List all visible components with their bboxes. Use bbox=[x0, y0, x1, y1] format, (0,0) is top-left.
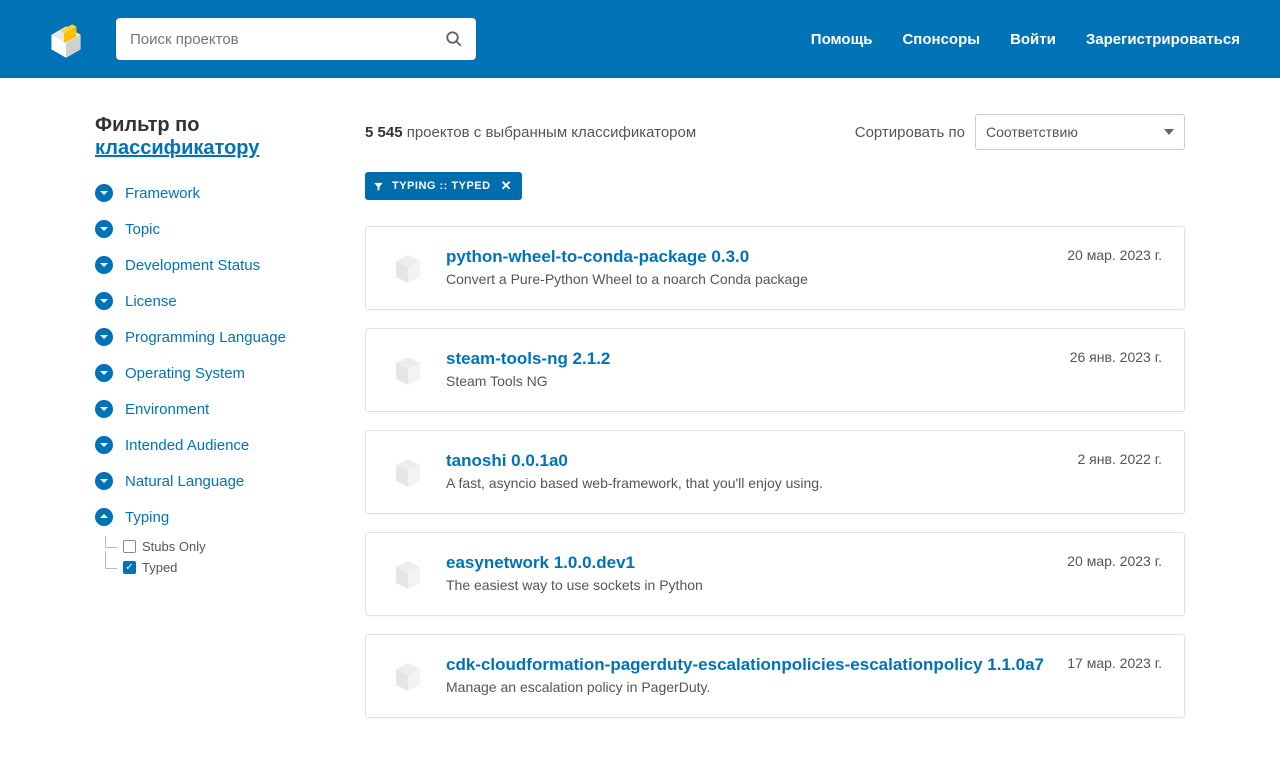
results-count-number: 5 545 bbox=[365, 124, 403, 141]
result-description: Steam Tools NG bbox=[446, 373, 1052, 389]
result-title: tanoshi 0.0.1a0 bbox=[446, 451, 1059, 471]
result-title: cdk-cloudformation-pagerduty-escalationp… bbox=[446, 655, 1049, 675]
sort-select[interactable]: Соответствию bbox=[975, 114, 1185, 150]
search-button[interactable] bbox=[432, 18, 476, 60]
nav-help[interactable]: Помощь bbox=[811, 31, 873, 48]
package-icon bbox=[388, 555, 428, 595]
facet-framework[interactable]: Framework bbox=[95, 184, 335, 202]
classifier-link[interactable]: классификатору bbox=[95, 137, 259, 159]
facet-label: Natural Language bbox=[125, 473, 244, 490]
facet-label: Framework bbox=[125, 185, 200, 202]
facet-label: Topic bbox=[125, 221, 160, 238]
nav-login[interactable]: Войти bbox=[1010, 31, 1056, 48]
chip-remove[interactable]: ✕ bbox=[499, 178, 514, 194]
result-title: python-wheel-to-conda-package 0.3.0 bbox=[446, 247, 1049, 267]
facet-label: Programming Language bbox=[125, 329, 286, 346]
facet-topic[interactable]: Topic bbox=[95, 220, 335, 238]
sort-label: Сортировать по bbox=[855, 124, 965, 141]
facet-development status[interactable]: Development Status bbox=[95, 256, 335, 274]
main-content: 5 545 проектов с выбранным классификатор… bbox=[365, 114, 1185, 736]
facet-label: Typing bbox=[125, 509, 169, 526]
chevron-down-icon bbox=[95, 292, 113, 310]
filter-icon bbox=[373, 181, 384, 192]
facet-option[interactable]: Typed bbox=[105, 557, 335, 578]
facet-programming language[interactable]: Programming Language bbox=[95, 328, 335, 346]
result-card[interactable]: steam-tools-ng 2.1.2 Steam Tools NG 26 я… bbox=[365, 328, 1185, 412]
facet-option[interactable]: Stubs Only bbox=[105, 536, 335, 557]
facet-natural language[interactable]: Natural Language bbox=[95, 472, 335, 490]
nav-register[interactable]: Зарегистрироваться bbox=[1086, 31, 1240, 48]
header-nav: Помощь Спонсоры Войти Зарегистрироваться bbox=[811, 31, 1240, 48]
result-title: easynetwork 1.0.0.dev1 bbox=[446, 553, 1049, 573]
package-icon bbox=[388, 657, 428, 697]
result-date: 20 мар. 2023 г. bbox=[1067, 247, 1162, 289]
results-count-suffix: проектов с выбранным классификатором bbox=[403, 124, 697, 141]
search-input[interactable] bbox=[116, 18, 476, 60]
chip-label: TYPING :: TYPED bbox=[392, 180, 491, 192]
results-count: 5 545 проектов с выбранным классификатор… bbox=[365, 124, 696, 141]
sidebar: Фильтр по классификатору Framework Topic… bbox=[95, 114, 335, 736]
result-card[interactable]: tanoshi 0.0.1a0 A fast, asyncio based we… bbox=[365, 430, 1185, 514]
chevron-down-icon bbox=[95, 328, 113, 346]
facet-label: Operating System bbox=[125, 365, 245, 382]
chevron-down-icon bbox=[95, 184, 113, 202]
facet-label: Environment bbox=[125, 401, 209, 418]
chevron-down-icon bbox=[95, 400, 113, 418]
chevron-up-icon bbox=[95, 508, 113, 526]
result-title: steam-tools-ng 2.1.2 bbox=[446, 349, 1052, 369]
result-card[interactable]: cdk-cloudformation-pagerduty-escalationp… bbox=[365, 634, 1185, 718]
result-date: 20 мар. 2023 г. bbox=[1067, 553, 1162, 595]
result-description: Convert a Pure-Python Wheel to a noarch … bbox=[446, 271, 1049, 287]
filter-chip: TYPING :: TYPED ✕ bbox=[365, 172, 522, 200]
facet-option-label: Typed bbox=[142, 560, 177, 575]
facet-environment[interactable]: Environment bbox=[95, 400, 335, 418]
package-icon bbox=[388, 249, 428, 289]
facet-typing[interactable]: Typing bbox=[95, 508, 335, 526]
facet-intended audience[interactable]: Intended Audience bbox=[95, 436, 335, 454]
result-card[interactable]: easynetwork 1.0.0.dev1 The easiest way t… bbox=[365, 532, 1185, 616]
checkbox[interactable] bbox=[123, 561, 136, 574]
pypi-logo[interactable] bbox=[40, 13, 92, 65]
facet-license[interactable]: License bbox=[95, 292, 335, 310]
chevron-down-icon bbox=[95, 364, 113, 382]
result-description: The easiest way to use sockets in Python bbox=[446, 577, 1049, 593]
chevron-down-icon bbox=[95, 256, 113, 274]
result-card[interactable]: python-wheel-to-conda-package 0.3.0 Conv… bbox=[365, 226, 1185, 310]
header: Помощь Спонсоры Войти Зарегистрироваться bbox=[0, 0, 1280, 78]
result-description: Manage an escalation policy in PagerDuty… bbox=[446, 679, 1049, 695]
nav-sponsors[interactable]: Спонсоры bbox=[902, 31, 980, 48]
facet-operating system[interactable]: Operating System bbox=[95, 364, 335, 382]
chevron-down-icon bbox=[95, 436, 113, 454]
result-date: 26 янв. 2023 г. bbox=[1070, 349, 1162, 391]
search-icon bbox=[445, 30, 463, 48]
facet-option-label: Stubs Only bbox=[142, 539, 206, 554]
chevron-down-icon bbox=[95, 220, 113, 238]
result-description: A fast, asyncio based web-framework, tha… bbox=[446, 475, 1059, 491]
facet-label: Development Status bbox=[125, 257, 260, 274]
search-form bbox=[116, 18, 476, 60]
facet-label: Intended Audience bbox=[125, 437, 249, 454]
chevron-down-icon bbox=[95, 472, 113, 490]
filter-title: Фильтр по классификатору bbox=[95, 114, 335, 160]
filter-label-text: Фильтр по bbox=[95, 114, 199, 136]
package-icon bbox=[388, 351, 428, 391]
result-date: 17 мар. 2023 г. bbox=[1067, 655, 1162, 697]
facet-label: License bbox=[125, 293, 177, 310]
checkbox[interactable] bbox=[123, 540, 136, 553]
result-date: 2 янв. 2022 г. bbox=[1077, 451, 1162, 493]
package-icon bbox=[388, 453, 428, 493]
